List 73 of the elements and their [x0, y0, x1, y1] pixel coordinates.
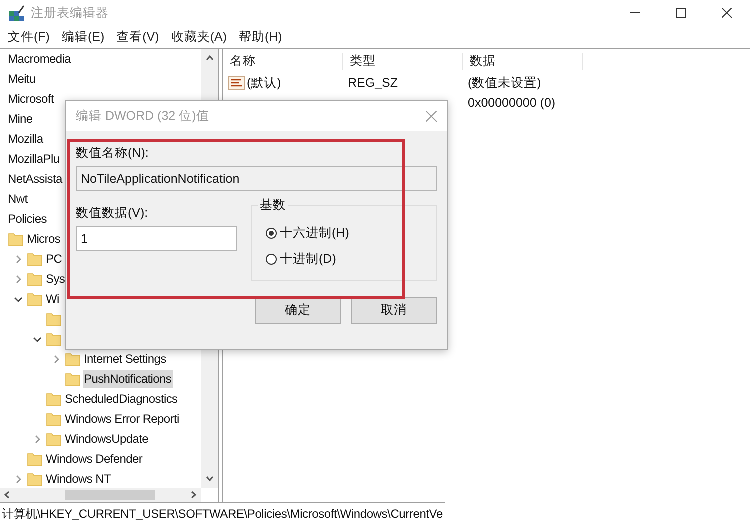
tree-item[interactable]: Windows Defender — [45, 450, 144, 468]
folder-icon — [27, 451, 43, 467]
value-name[interactable]: (默认) — [247, 74, 282, 92]
value-field[interactable]: 1 — [76, 226, 237, 251]
scroll-left-icon — [4, 491, 10, 499]
dialog-button[interactable]: 确定 — [255, 297, 341, 324]
value-data: 0x00000000 (0) — [468, 96, 556, 110]
tree-item[interactable]: Micros — [26, 230, 62, 248]
collapsed-chevron-icon[interactable] — [14, 274, 22, 284]
tree-item[interactable]: Internet Settings — [83, 350, 168, 368]
column-header[interactable]: 名称 — [223, 52, 343, 70]
scroll-down-icon — [206, 476, 214, 482]
expanded-chevron-icon[interactable] — [14, 294, 22, 304]
tree-item[interactable]: WindowsUpdate — [64, 430, 150, 448]
folder-icon — [27, 251, 43, 267]
string-value-icon — [228, 76, 245, 90]
collapsed-chevron-icon[interactable] — [14, 474, 22, 484]
tree-item[interactable]: Windows NT — [45, 470, 112, 488]
menu-item[interactable]: 帮助(H) — [232, 28, 288, 46]
tree-item[interactable]: MozillaPlu — [7, 150, 61, 168]
dialog-button[interactable]: 取消 — [351, 297, 437, 324]
tree-item[interactable]: Policies — [7, 210, 48, 228]
menu-item[interactable]: 收藏夹(A) — [165, 28, 233, 46]
close-icon — [722, 8, 732, 18]
tree-item[interactable]: Wi — [45, 290, 60, 308]
tree-item[interactable]: Macromedia — [7, 50, 72, 68]
column-header[interactable]: 数据 — [463, 52, 583, 70]
value-data: (数值未设置) — [468, 74, 542, 92]
expanded-chevron-icon[interactable] — [32, 334, 42, 344]
tree-item[interactable]: Nwt — [7, 190, 29, 208]
collapsed-chevron-icon[interactable] — [14, 254, 22, 264]
scroll-up-icon — [206, 55, 214, 61]
tree-item[interactable]: PushNotifications — [83, 370, 173, 388]
column-header[interactable]: 类型 — [343, 52, 463, 70]
field-label: 数值数据(V): — [76, 205, 148, 221]
tree-item[interactable]: PC — [45, 250, 64, 268]
scrollbar-thumb[interactable] — [65, 490, 155, 500]
window-title: 注册表编辑器 — [31, 4, 109, 22]
field-label: 数值名称(N): — [76, 145, 149, 161]
close-icon — [426, 110, 437, 122]
tree-item[interactable]: Meitu — [7, 70, 37, 88]
collapsed-chevron-icon[interactable] — [52, 354, 60, 364]
dialog-title: 编辑 DWORD (32 位)值 — [76, 108, 210, 124]
tree-item[interactable]: Mine — [7, 110, 34, 128]
radio-label: 十进制(D) — [280, 250, 336, 268]
folder-icon — [8, 231, 24, 247]
menu-item[interactable]: 查看(V) — [110, 28, 166, 46]
tree-item[interactable]: Sys — [45, 270, 66, 288]
tree-item[interactable]: NetAssista — [7, 170, 64, 188]
horizontal-scrollbar[interactable] — [0, 488, 201, 502]
scroll-right-icon — [191, 491, 197, 499]
group-label: 基数 — [259, 197, 287, 214]
status-path: 计算机\HKEY_CURRENT_USER\SOFTWARE\Policies\Microsoft\Windows\CurrentVe — [2, 506, 443, 522]
menu-item[interactable]: 编辑(E) — [56, 28, 111, 46]
collapsed-chevron-icon[interactable] — [32, 434, 42, 444]
menu-item[interactable]: 文件(F) — [2, 28, 56, 46]
registry-editor-icon — [8, 4, 26, 22]
folder-icon — [46, 411, 62, 427]
folder-icon — [46, 391, 62, 407]
folder-icon — [65, 371, 81, 387]
value-type: REG_SZ — [348, 76, 398, 90]
radio-button[interactable] — [266, 254, 277, 264]
radio-button[interactable] — [266, 228, 277, 238]
tree-item[interactable]: Microsoft — [7, 90, 55, 108]
folder-icon — [27, 271, 43, 287]
folder-icon — [27, 291, 43, 307]
folder-icon — [46, 431, 62, 447]
tree-item[interactable]: Windows Error Reporti — [64, 410, 180, 428]
tree-item[interactable]: ScheduledDiagnostics — [64, 390, 179, 408]
maximize-icon — [676, 8, 686, 18]
radio-label: 十六进制(H) — [280, 224, 350, 242]
name-field[interactable]: NoTileApplicationNotification — [76, 166, 437, 191]
tree-item[interactable]: Mozilla — [7, 130, 44, 148]
